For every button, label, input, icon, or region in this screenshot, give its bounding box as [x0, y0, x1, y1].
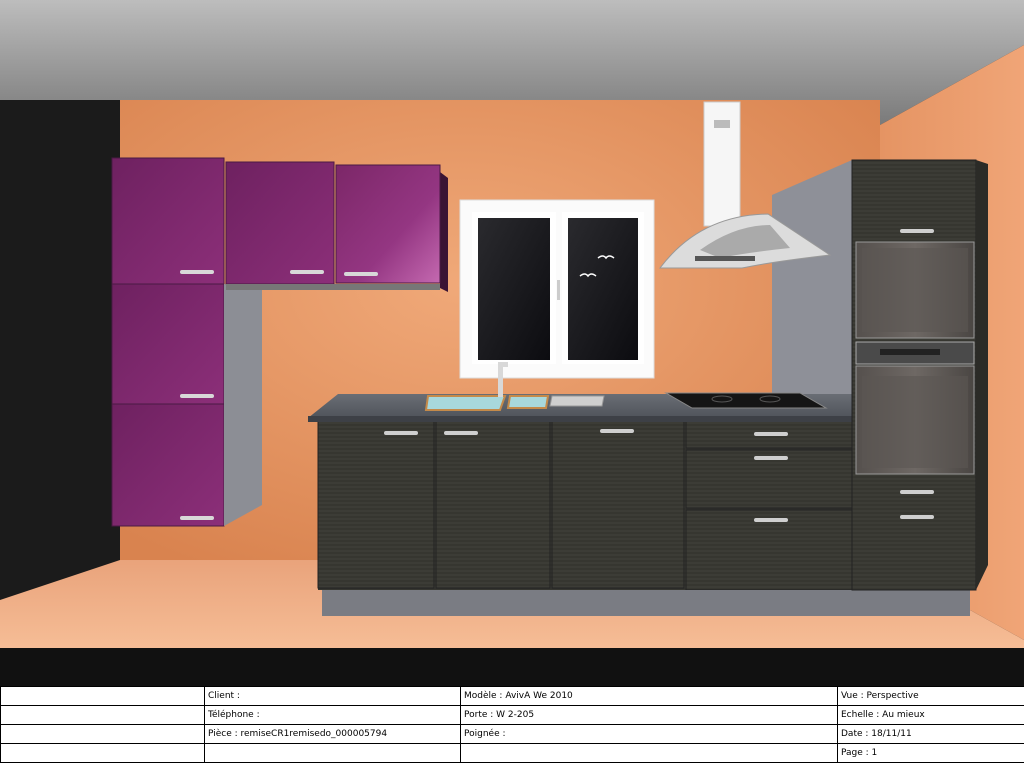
window-icon: [459, 199, 655, 379]
faucet-icon: [498, 365, 503, 397]
sink-icon: [424, 395, 507, 411]
piece-label: Pièce : remiseCR1remisedo_000005794: [204, 724, 461, 744]
title-block: Client : Modèle : AvivA We 2010 Vue : Pe…: [0, 686, 1024, 768]
echelle-label: Echelle : Au mieux: [837, 705, 1024, 725]
vue-label: Vue : Perspective: [837, 686, 1024, 706]
kitchen-render: [0, 0, 1024, 686]
modele-label: Modèle : AvivA We 2010: [460, 686, 838, 706]
page-label: Page : 1: [837, 743, 1024, 763]
date-label: Date : 18/11/11: [837, 724, 1024, 744]
telephone-label: Téléphone :: [204, 705, 461, 725]
porte-label: Porte : W 2-205: [460, 705, 838, 725]
poignee-label: Poignée :: [460, 724, 838, 744]
left-wall: [0, 100, 120, 600]
bottom-shadow: [0, 648, 1024, 686]
cooktop-icon: [664, 392, 828, 409]
client-label: Client :: [204, 686, 461, 706]
tall-cabinet: [851, 159, 988, 591]
